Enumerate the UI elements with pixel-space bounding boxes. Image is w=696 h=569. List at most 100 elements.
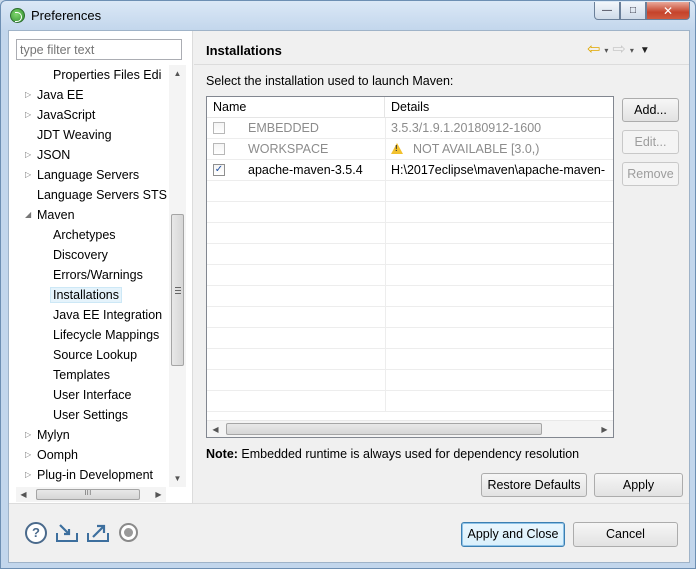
tree-item-properties-files-edi[interactable]: Properties Files Edi	[53, 65, 161, 85]
collapsed-twisty-icon[interactable]: ▷	[25, 425, 33, 445]
tree-item-label: Plug-in Development	[37, 468, 154, 482]
maximize-button[interactable]: □	[620, 2, 646, 20]
apply-button[interactable]: Apply	[594, 473, 683, 497]
table-row	[207, 391, 613, 412]
import-preferences-icon[interactable]	[55, 523, 79, 543]
forward-arrow-icon[interactable]: ⇨	[612, 42, 625, 58]
table-row[interactable]: EMBEDDED 3.5.3/1.9.1.20180912-1600	[207, 118, 613, 139]
installation-details: 3.5.3/1.9.1.20180912-1600	[391, 118, 613, 139]
table-row[interactable]: WORKSPACE NOT AVAILABLE [3.0,)	[207, 139, 613, 160]
add-button[interactable]: Add...	[622, 98, 679, 122]
table-horizontal-scroll-thumb[interactable]	[226, 423, 542, 435]
minimize-button[interactable]: —	[594, 2, 620, 20]
window-title: Preferences	[31, 8, 102, 23]
scroll-up-arrow-icon[interactable]: ▲	[169, 65, 186, 82]
tree-horizontal-scroll-thumb[interactable]: III	[36, 489, 140, 500]
tree-vertical-scroll-thumb[interactable]	[171, 214, 184, 366]
collapsed-twisty-icon[interactable]: ▷	[25, 465, 33, 485]
table-horizontal-scrollbar[interactable]: ◀ ▶	[207, 420, 613, 437]
restore-defaults-button[interactable]: Restore Defaults	[481, 473, 587, 497]
close-button[interactable]: ✕	[646, 2, 690, 20]
column-divider	[385, 160, 386, 181]
installation-details: H:\2017eclipse\maven\apache-maven-	[391, 160, 613, 181]
tree-item-javascript[interactable]: ▷ JavaScript	[25, 105, 95, 125]
back-arrow-icon[interactable]: ⇦	[587, 42, 600, 58]
grip-icon	[175, 287, 181, 294]
instruction-label: Select the installation used to launch M…	[206, 74, 454, 88]
tree-item-label: Archetypes	[53, 228, 116, 242]
tree-item-label: User Interface	[53, 388, 132, 402]
collapsed-twisty-icon[interactable]: ▷	[25, 145, 33, 165]
tree-item-label: Properties Files Edi	[53, 68, 162, 82]
scroll-left-arrow-icon[interactable]: ◀	[207, 421, 224, 437]
collapsed-twisty-icon[interactable]: ▷	[25, 85, 33, 105]
cancel-button[interactable]: Cancel	[573, 522, 678, 547]
tree-item-label: Installations	[50, 287, 123, 303]
tree-item-label: JDT Weaving	[37, 128, 112, 142]
installation-checkbox[interactable]: ✓	[213, 164, 225, 176]
page-title: Installations	[206, 43, 282, 58]
tree-item-label: Java EE	[37, 88, 84, 102]
table-row	[207, 202, 613, 223]
tree-item-json[interactable]: ▷ JSON	[25, 145, 70, 165]
tree-item-jdt-weaving[interactable]: JDT Weaving	[37, 125, 112, 145]
warning-icon	[391, 143, 403, 154]
view-menu-icon[interactable]: ▼	[640, 45, 650, 56]
expanded-twisty-icon[interactable]: ◢	[25, 205, 33, 225]
tree-item-language-servers[interactable]: ▷ Language Servers	[25, 165, 139, 185]
table-row	[207, 370, 613, 391]
tree-item-lifecycle-mappings[interactable]: Lifecycle Mappings	[53, 325, 159, 345]
tree-item-templates[interactable]: Templates	[53, 365, 110, 385]
tree-vertical-scrollbar[interactable]: ▲ ▼	[169, 65, 186, 487]
tree-item-java-ee[interactable]: ▷ Java EE	[25, 85, 84, 105]
collapsed-twisty-icon[interactable]: ▷	[25, 105, 33, 125]
table-row	[207, 328, 613, 349]
forward-history-dropdown-icon[interactable]: ▾	[630, 46, 634, 55]
tree-item-archetypes[interactable]: Archetypes	[53, 225, 116, 245]
column-divider	[385, 328, 386, 349]
help-icon[interactable]: ?	[25, 522, 47, 544]
tree-item-user-settings[interactable]: User Settings	[53, 405, 128, 425]
tree-item-mylyn[interactable]: ▷ Mylyn	[25, 425, 70, 445]
tree-item-oomph[interactable]: ▷ Oomph	[25, 445, 78, 465]
table-row	[207, 244, 613, 265]
installation-checkbox[interactable]	[213, 122, 225, 134]
scroll-down-arrow-icon[interactable]: ▼	[169, 470, 186, 487]
title-bar[interactable]: Preferences — □ ✕	[1, 1, 695, 30]
remove-button[interactable]: Remove	[622, 162, 679, 186]
tree-item-label: Language Servers STS	[37, 188, 167, 202]
tree-item-maven[interactable]: ◢ Maven	[25, 205, 75, 225]
tree-item-source-lookup[interactable]: Source Lookup	[53, 345, 137, 365]
tree-item-label: Lifecycle Mappings	[53, 328, 160, 342]
note-text: Embedded runtime is always used for depe…	[237, 447, 580, 461]
collapsed-twisty-icon[interactable]: ▷	[25, 165, 33, 185]
installation-checkbox[interactable]	[213, 143, 225, 155]
scroll-left-arrow-icon[interactable]: ◀	[16, 487, 31, 502]
edit-button[interactable]: Edit...	[622, 130, 679, 154]
tree-item-user-interface[interactable]: User Interface	[53, 385, 132, 405]
embedded-runtime-note: Note: Embedded runtime is always used fo…	[206, 447, 579, 461]
tree-horizontal-scrollbar[interactable]: ◀ III ▶	[16, 487, 166, 502]
tree-item-discovery[interactable]: Discovery	[53, 245, 108, 265]
table-row[interactable]: ✓ apache-maven-3.5.4 H:\2017eclipse\maven\…	[207, 160, 613, 181]
tree-item-installations[interactable]: Installations	[50, 285, 123, 305]
table-row	[207, 286, 613, 307]
apply-and-close-button[interactable]: Apply and Close	[461, 522, 565, 547]
title-separator	[194, 64, 689, 65]
scroll-right-arrow-icon[interactable]: ▶	[151, 487, 166, 502]
collapsed-twisty-icon[interactable]: ▷	[25, 445, 33, 465]
column-header-details[interactable]: Details	[385, 97, 613, 117]
scroll-right-arrow-icon[interactable]: ▶	[596, 421, 613, 437]
dialog-client-area: Properties Files Edi ▷ Java EE ▷ JavaScript J…	[8, 30, 690, 563]
tree-item-java-ee-integration[interactable]: Java EE Integration	[53, 305, 162, 325]
export-preferences-icon[interactable]	[86, 523, 110, 543]
column-header-name[interactable]: Name	[207, 97, 385, 117]
tree-item-language-servers-sts[interactable]: Language Servers STS	[37, 185, 167, 205]
installation-name: EMBEDDED	[248, 121, 319, 135]
tree-item-plug-in-development[interactable]: ▷ Plug-in Development	[25, 465, 154, 485]
filter-input[interactable]	[16, 39, 182, 60]
tree-item-errors-warnings[interactable]: Errors/Warnings	[53, 265, 143, 285]
column-divider	[385, 118, 386, 139]
oomph-record-icon[interactable]	[119, 523, 138, 542]
back-history-dropdown-icon[interactable]: ▾	[604, 46, 608, 55]
